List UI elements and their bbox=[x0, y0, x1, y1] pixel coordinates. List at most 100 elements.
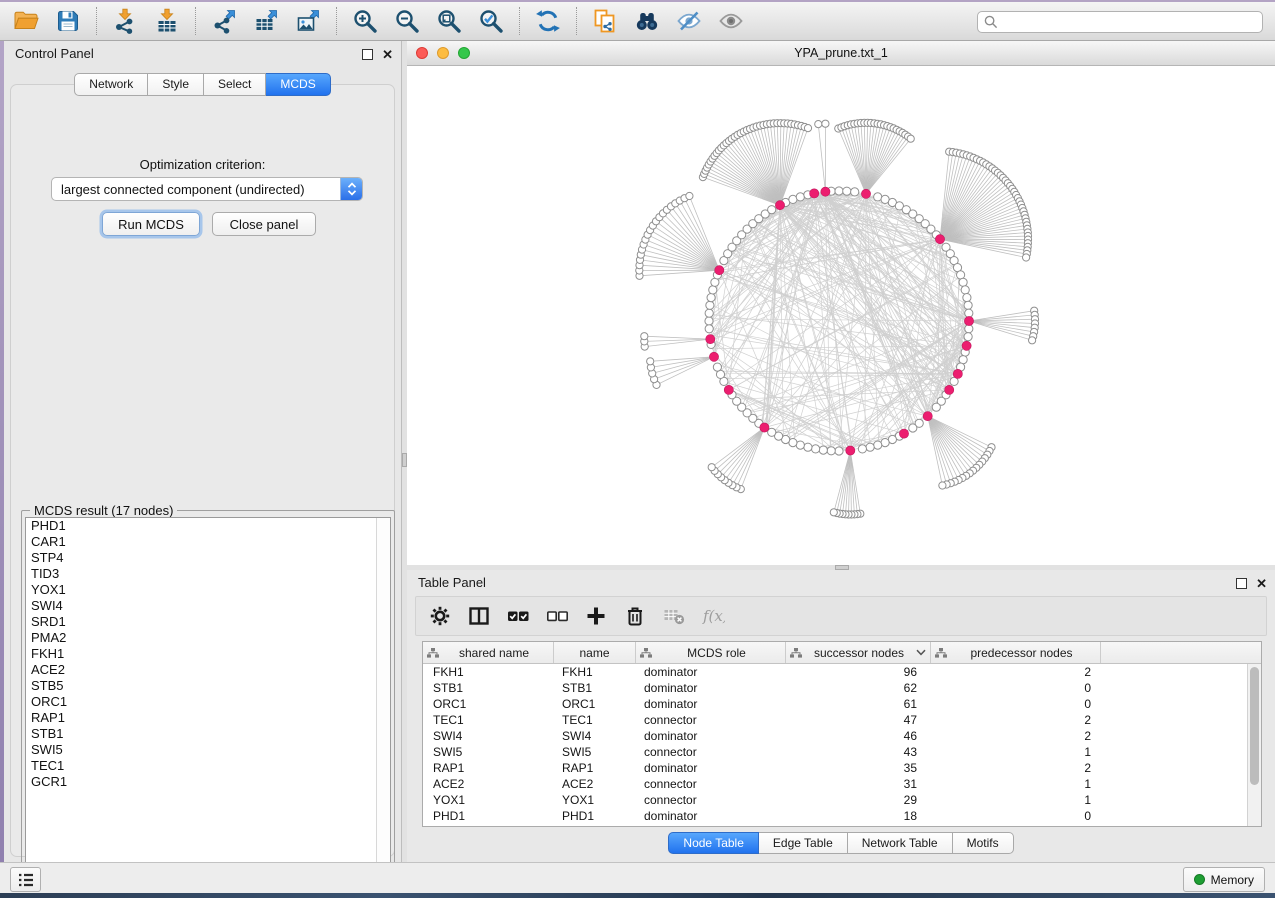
tab-mcds[interactable]: MCDS bbox=[266, 73, 330, 96]
mcds-result-item[interactable]: CAR1 bbox=[26, 534, 390, 550]
table-row-ORC1[interactable]: ORC1ORC1dominator610 bbox=[423, 696, 1248, 712]
mcds-result-item[interactable]: SWI4 bbox=[26, 598, 390, 614]
tab-edge-table[interactable]: Edge Table bbox=[759, 832, 848, 854]
zoom-in-button[interactable] bbox=[347, 5, 383, 37]
cell-MCDS-role: connector bbox=[636, 793, 786, 807]
tab-style[interactable]: Style bbox=[148, 73, 204, 96]
network-canvas[interactable] bbox=[407, 66, 1275, 565]
add-entry-button[interactable] bbox=[580, 601, 612, 631]
tab-network-table[interactable]: Network Table bbox=[848, 832, 953, 854]
export-image-button[interactable] bbox=[290, 5, 326, 37]
mcds-result-item[interactable]: FKH1 bbox=[26, 646, 390, 662]
mcds-result-item[interactable]: TEC1 bbox=[26, 758, 390, 774]
import-table-button[interactable] bbox=[149, 5, 185, 37]
table-scrollbar[interactable] bbox=[1247, 664, 1261, 826]
close-panel-icon[interactable]: ✕ bbox=[382, 48, 393, 61]
network-snapshot-button[interactable] bbox=[587, 5, 623, 37]
table-row-PHD1[interactable]: PHD1PHD1dominator180 bbox=[423, 808, 1248, 824]
control-panel-tabbar: NetworkStyleSelectMCDS bbox=[4, 73, 401, 96]
zoom-fit-button[interactable] bbox=[431, 5, 467, 37]
cell-shared-name: ACE2 bbox=[423, 777, 554, 791]
zoom-selected-button[interactable] bbox=[473, 5, 509, 37]
sort-indicator-icon bbox=[916, 649, 926, 656]
mcds-result-item[interactable]: ORC1 bbox=[26, 694, 390, 710]
mcds-result-item[interactable]: PMA2 bbox=[26, 630, 390, 646]
attribute-icon bbox=[640, 648, 652, 658]
toolbar-group bbox=[522, 5, 574, 37]
save-session-button[interactable] bbox=[50, 5, 86, 37]
network-graph[interactable] bbox=[407, 66, 1275, 565]
table-row-ACE2[interactable]: ACE2ACE2connector311 bbox=[423, 776, 1248, 792]
search-icon bbox=[984, 15, 998, 29]
mcds-list-scrollbar[interactable] bbox=[376, 518, 390, 879]
float-panel-icon[interactable] bbox=[1236, 578, 1247, 589]
mcds-result-item[interactable]: PHD1 bbox=[26, 518, 390, 534]
mcds-result-item[interactable]: SRD1 bbox=[26, 614, 390, 630]
show-all-button[interactable] bbox=[713, 5, 749, 37]
table-row-STB1[interactable]: STB1STB1dominator620 bbox=[423, 680, 1248, 696]
column-header-MCDS-role[interactable]: MCDS role bbox=[636, 642, 786, 663]
search-input[interactable] bbox=[1002, 14, 1256, 30]
mcds-result-item[interactable]: YOX1 bbox=[26, 582, 390, 598]
cell-predecessor-nodes: 2 bbox=[931, 729, 1101, 743]
mcds-result-item[interactable]: GCR1 bbox=[26, 774, 390, 790]
run-mcds-button[interactable]: Run MCDS bbox=[102, 212, 200, 236]
column-header-shared-name[interactable]: shared name bbox=[423, 642, 554, 663]
mcds-tab-panel: Optimization criterion: largest connecte… bbox=[10, 84, 395, 857]
table-row-SWI4[interactable]: SWI4SWI4dominator462 bbox=[423, 728, 1248, 744]
table-settings-button[interactable] bbox=[424, 601, 456, 631]
mcds-result-item[interactable]: STB1 bbox=[26, 726, 390, 742]
hide-selected-button[interactable] bbox=[671, 5, 707, 37]
column-header-predecessor-nodes[interactable]: predecessor nodes bbox=[931, 642, 1101, 663]
delete-entry-button[interactable] bbox=[619, 601, 651, 631]
column-chooser-button[interactable] bbox=[463, 601, 495, 631]
optimization-criterion-label: Optimization criterion: bbox=[11, 157, 394, 172]
mcds-result-list: PHD1CAR1STP4TID3YOX1SWI4SRD1PMA2FKH1ACE2… bbox=[25, 517, 391, 880]
first-neighbors-icon bbox=[634, 8, 660, 34]
tab-motifs[interactable]: Motifs bbox=[953, 832, 1014, 854]
import-network-button[interactable] bbox=[107, 5, 143, 37]
zoom-out-button[interactable] bbox=[389, 5, 425, 37]
mcds-result-item[interactable]: ACE2 bbox=[26, 662, 390, 678]
refresh-view-button[interactable] bbox=[530, 5, 566, 37]
mcds-result-item[interactable]: RAP1 bbox=[26, 710, 390, 726]
table-row-SWI5[interactable]: SWI5SWI5connector431 bbox=[423, 744, 1248, 760]
table-row-RAP1[interactable]: RAP1RAP1dominator352 bbox=[423, 760, 1248, 776]
deselect-all-button[interactable] bbox=[541, 601, 573, 631]
mcds-result-item[interactable]: TID3 bbox=[26, 566, 390, 582]
table-row-TEC1[interactable]: TEC1TEC1connector472 bbox=[423, 712, 1248, 728]
tab-network[interactable]: Network bbox=[74, 73, 148, 96]
close-panel-icon[interactable]: ✕ bbox=[1256, 577, 1267, 590]
tab-select[interactable]: Select bbox=[204, 73, 266, 96]
cell-predecessor-nodes: 0 bbox=[931, 681, 1101, 695]
column-header-name[interactable]: name bbox=[554, 642, 636, 663]
column-header-successor-nodes[interactable]: successor nodes bbox=[786, 642, 931, 663]
table-toolbar: f(x) bbox=[415, 596, 1267, 636]
cell-name: FKH1 bbox=[554, 665, 636, 679]
export-network-button[interactable] bbox=[206, 5, 242, 37]
mcds-result-item[interactable]: SWI5 bbox=[26, 742, 390, 758]
export-table-button[interactable] bbox=[248, 5, 284, 37]
export-network-icon bbox=[211, 8, 237, 34]
float-panel-icon[interactable] bbox=[362, 49, 373, 60]
toolbar-separator bbox=[576, 7, 577, 35]
tab-node-table[interactable]: Node Table bbox=[668, 832, 759, 854]
mcds-result-item[interactable]: STB5 bbox=[26, 678, 390, 694]
select-all-button[interactable] bbox=[502, 601, 534, 631]
cell-successor-nodes: 46 bbox=[786, 729, 931, 743]
cell-shared-name: TEC1 bbox=[423, 713, 554, 727]
memory-button[interactable]: Memory bbox=[1183, 867, 1265, 892]
show-panels-button[interactable] bbox=[10, 867, 41, 892]
network-window-titlebar[interactable]: YPA_prune.txt_1 bbox=[407, 41, 1275, 66]
open-session-button[interactable] bbox=[8, 5, 44, 37]
mcds-result-item[interactable]: STP4 bbox=[26, 550, 390, 566]
optimization-criterion-select[interactable]: largest connected component (undirected) bbox=[51, 177, 363, 201]
scrollbar-thumb[interactable] bbox=[1250, 667, 1259, 785]
close-panel-button[interactable]: Close panel bbox=[212, 212, 316, 236]
cell-successor-nodes: 47 bbox=[786, 713, 931, 727]
table-row-FKH1[interactable]: FKH1FKH1dominator962 bbox=[423, 664, 1248, 680]
table-row-YOX1[interactable]: YOX1YOX1connector291 bbox=[423, 792, 1248, 808]
cell-MCDS-role: dominator bbox=[636, 681, 786, 695]
network-snapshot-icon bbox=[592, 8, 618, 34]
first-neighbors-button[interactable] bbox=[629, 5, 665, 37]
